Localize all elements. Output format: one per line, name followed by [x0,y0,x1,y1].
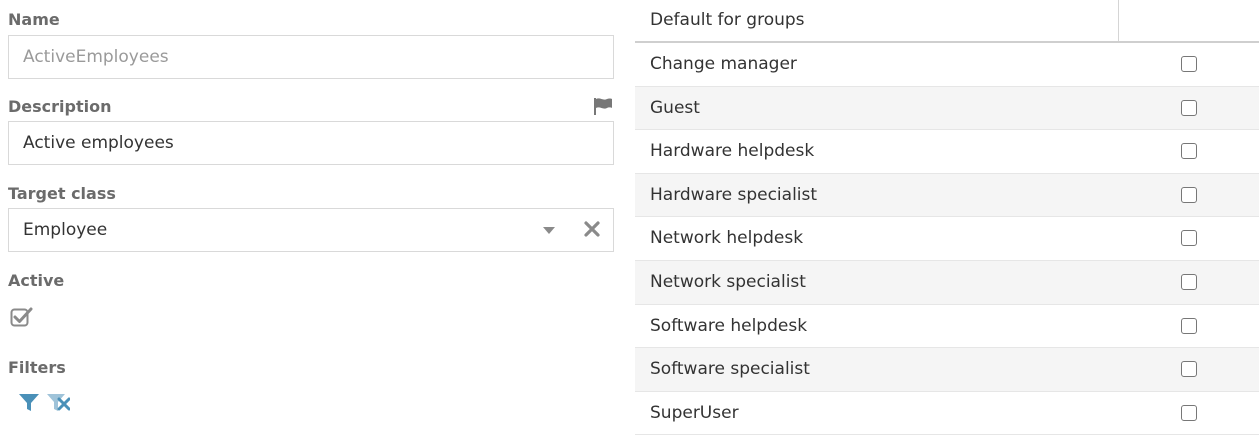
group-name: Network helpdesk [650,228,804,249]
target-class-label: Target class [8,184,116,203]
default-group-checkbox[interactable] [1181,99,1197,116]
table-row[interactable]: Hardware helpdesk [635,130,1259,174]
table-row[interactable]: Software helpdesk [635,305,1259,349]
group-name: Software specialist [650,359,810,380]
group-name: Network specialist [650,271,806,292]
table-row[interactable]: Software specialist [635,348,1259,392]
group-name: Hardware helpdesk [650,141,815,162]
group-name: Hardware specialist [650,184,818,205]
grid-header: Default for groups [635,0,1259,43]
table-row[interactable]: Guest [635,86,1259,131]
target-class-value: Employee [23,220,108,240]
column-divider[interactable] [1118,0,1119,41]
default-group-checkbox[interactable] [1181,361,1197,378]
chevron-down-icon[interactable] [543,227,555,234]
default-group-checkbox[interactable] [1181,186,1197,203]
table-row[interactable]: Hardware specialist [635,173,1259,218]
close-icon[interactable] [583,220,601,238]
filter-icon[interactable] [18,391,40,413]
active-label: Active [8,271,65,290]
default-groups-grid: Default for groups Change manager Guest Ha… [635,0,1259,435]
description-label-text: Description [8,97,112,116]
clear-filter-icon[interactable] [46,391,70,413]
default-group-checkbox[interactable] [1181,56,1197,72]
table-row[interactable]: Network helpdesk [635,217,1259,261]
table-row[interactable]: SuperUser [635,392,1259,435]
table-row[interactable]: Network specialist [635,260,1259,305]
name-label: Name [8,10,60,29]
group-name: Guest [650,97,700,118]
column-header-default-for-groups[interactable]: Default for groups [650,0,805,41]
flag-icon[interactable] [592,97,614,115]
default-group-checkbox[interactable] [1181,317,1197,334]
default-group-checkbox[interactable] [1181,273,1197,290]
filters-label: Filters [8,358,66,377]
group-name: Change manager [650,54,797,74]
name-field[interactable]: ActiveEmployees [8,35,614,79]
grid-body: Change manager Guest Hardware helpdesk Hard… [635,43,1259,435]
table-row[interactable]: Change manager [635,43,1259,87]
default-group-checkbox[interactable] [1181,404,1197,421]
description-label: Description [8,97,614,117]
group-name: SuperUser [650,402,739,423]
active-checkbox-checked-icon[interactable] [10,306,34,328]
group-name: Software helpdesk [650,315,808,336]
description-field[interactable]: Active employees [8,121,614,165]
default-group-checkbox[interactable] [1181,230,1197,247]
default-group-checkbox[interactable] [1181,143,1197,160]
target-class-select[interactable]: Employee [8,208,614,252]
